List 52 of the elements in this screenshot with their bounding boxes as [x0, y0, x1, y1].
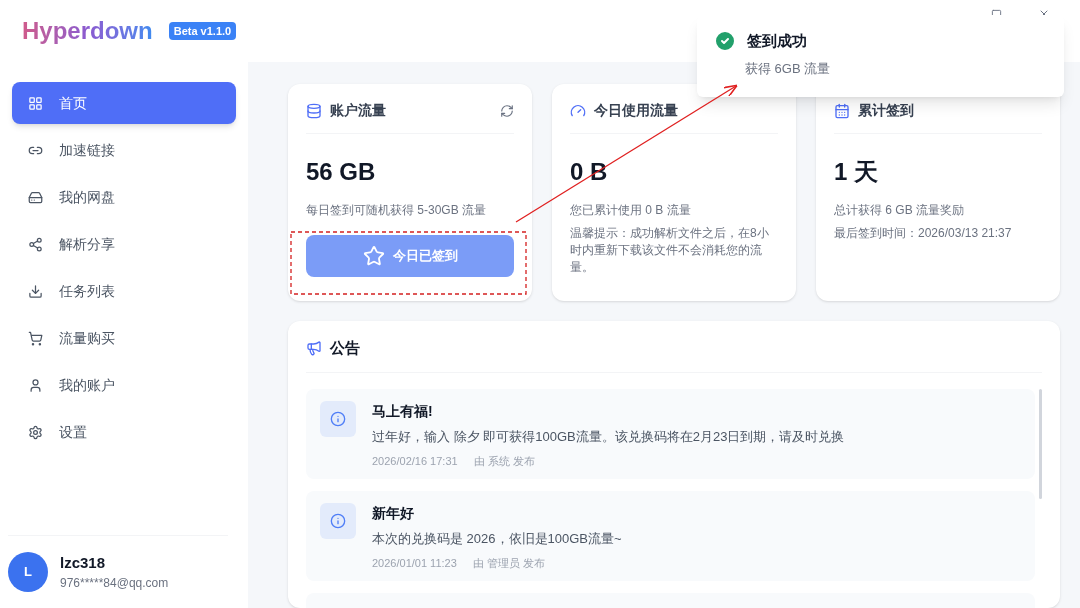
announcement-author: 由 系统 发布	[473, 454, 535, 469]
cart-icon	[28, 330, 43, 346]
card-text: 每日签到可随机获得 5-30GB 流量	[306, 202, 488, 219]
version-badge: Beta v1.1.0	[168, 21, 237, 41]
toast-message: 获得 6GB 流量	[745, 60, 832, 78]
scrollbar[interactable]	[1039, 388, 1042, 499]
toast-title: 签到成功	[747, 30, 807, 51]
nav-item[interactable]: 加速链接	[12, 129, 236, 171]
user-icon	[28, 377, 43, 393]
card-title: 今日使用流量	[594, 101, 678, 120]
nav-item[interactable]: 首页	[12, 82, 236, 124]
info-icon	[320, 502, 356, 539]
announcement-body: 本次的兑换码是 2026，依旧是100GB流量~	[372, 529, 622, 548]
nav-item[interactable]: 我的账户	[12, 364, 236, 406]
user-avatar: L	[8, 551, 48, 592]
card-value: 56 GB	[306, 157, 377, 187]
card-text: 温馨提示：成功解析文件之后，在8小时内重新下载该文件不会消耗您的流量。	[570, 225, 770, 276]
drive-icon	[28, 189, 43, 205]
nav-item[interactable]: 任务列表	[12, 270, 236, 312]
card-text: 您已累计使用 0 B 流量	[570, 202, 692, 219]
card-title: 账户流量	[330, 101, 386, 120]
megaphone-icon	[306, 340, 322, 357]
card-text: 总计获得 6 GB 流量奖励	[834, 202, 965, 219]
calendar-icon	[834, 102, 850, 119]
nav-item[interactable]: 流量购买	[12, 317, 236, 359]
nav-item[interactable]: 设置	[12, 411, 236, 453]
grid-icon	[28, 95, 43, 111]
info-icon	[320, 400, 356, 437]
announcement-author: 由 管理员 发布	[472, 556, 545, 571]
announcement-title: 新年好	[372, 503, 415, 523]
nav-item[interactable]: 我的网盘	[12, 176, 236, 218]
card-title: 累计签到	[858, 101, 914, 120]
share-icon	[28, 236, 43, 252]
announcement-date: 2026/02/16 17:31	[372, 454, 458, 469]
announcement-card[interactable]: 新年好 本次的兑换码是 2026，依旧是100GB流量~ 2026/01/01 11:23 由 管理员 发布	[306, 490, 1035, 581]
panel-title: 公告	[330, 338, 360, 358]
announcement-date: 2026/01/01 11:23	[372, 556, 457, 571]
check-icon	[713, 29, 737, 53]
user-email: 976*****84@qq.com	[60, 575, 169, 592]
gauge-icon	[570, 102, 586, 119]
download-icon	[28, 283, 43, 299]
announcement-title: 马上有福!	[372, 401, 434, 421]
card-text: 最后签到时间：2026/03/13 21:37	[834, 225, 1013, 242]
user-name: lzc318	[60, 552, 107, 573]
star-icon	[362, 245, 385, 267]
nav-item[interactable]: 解析分享	[12, 223, 236, 265]
announcement-body: 过年好，输入 除夕 即可获得100GB流量。该兑换码将在2月23日到期，请及时兑换	[372, 427, 845, 446]
announcement-card[interactable]: 马上有福! 过年好，输入 除夕 即可获得100GB流量。该兑换码将在2月23日到期，请及时兑换 2026/02/16 17:31 由 系统 发布	[306, 388, 1035, 479]
refresh-icon[interactable]	[500, 103, 514, 118]
settings-icon	[28, 424, 43, 440]
database-icon	[306, 102, 322, 119]
card-value: 1 天	[834, 157, 879, 187]
